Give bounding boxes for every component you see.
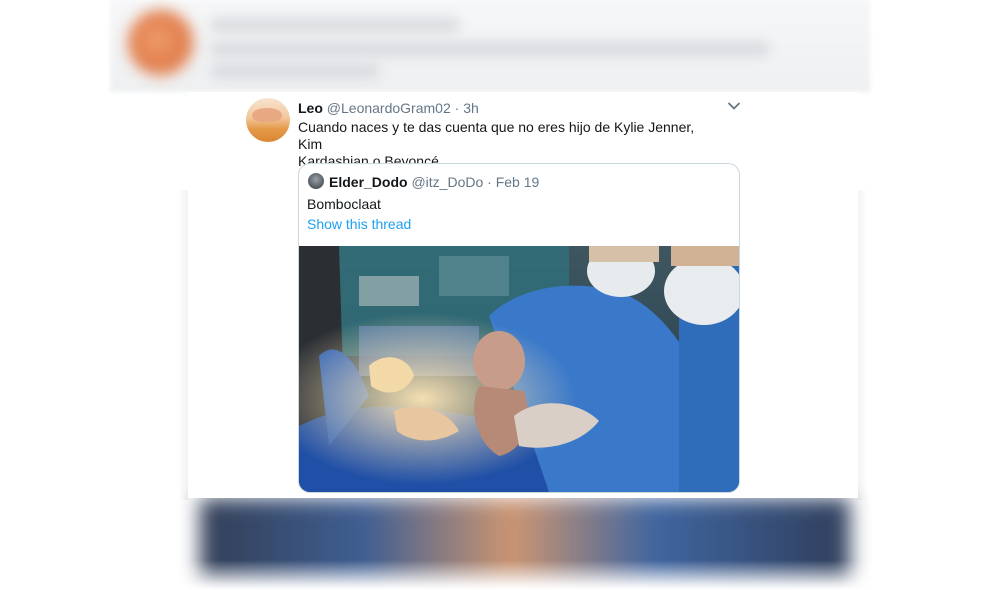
quoted-media-image[interactable]: [299, 246, 739, 492]
blurred-text-line: [210, 18, 460, 32]
quoted-tweet[interactable]: Elder_Dodo @itz_DoDo · Feb 19 Bomboclaat…: [298, 163, 740, 493]
newborn-photo: [299, 246, 739, 492]
author-name[interactable]: Leo: [298, 100, 323, 116]
tweet-header: Leo @LeonardoGram02 · 3h: [298, 100, 479, 116]
avatar-face: [252, 108, 282, 122]
quoted-author-name: Elder_Dodo: [329, 174, 408, 190]
quoted-header: Elder_Dodo @itz_DoDo · Feb 19: [329, 174, 539, 190]
separator: ·: [454, 100, 460, 116]
bottom-fade: [0, 560, 1000, 590]
shadow: [178, 190, 188, 500]
tweet-text-line: Cuando naces y te das cuenta que no eres…: [298, 119, 695, 152]
quoted-text: Bomboclaat: [307, 196, 381, 212]
chevron-down-icon[interactable]: [726, 98, 742, 114]
author-handle[interactable]: @LeonardoGram02: [327, 100, 451, 116]
blurred-text-line: [210, 42, 770, 56]
avatar[interactable]: [246, 98, 290, 142]
tweet-card[interactable]: Leo @LeonardoGram02 · 3h Cuando naces y …: [188, 92, 858, 498]
quoted-date: Feb 19: [495, 174, 540, 190]
quoted-author-handle: @itz_DoDo: [411, 174, 484, 190]
blurred-text-line: [210, 64, 380, 78]
blurred-avatar: [128, 10, 194, 76]
quoted-avatar: [308, 173, 324, 189]
show-thread-link[interactable]: Show this thread: [307, 216, 411, 232]
tweet-time[interactable]: 3h: [463, 100, 479, 116]
separator: ·: [487, 174, 492, 190]
